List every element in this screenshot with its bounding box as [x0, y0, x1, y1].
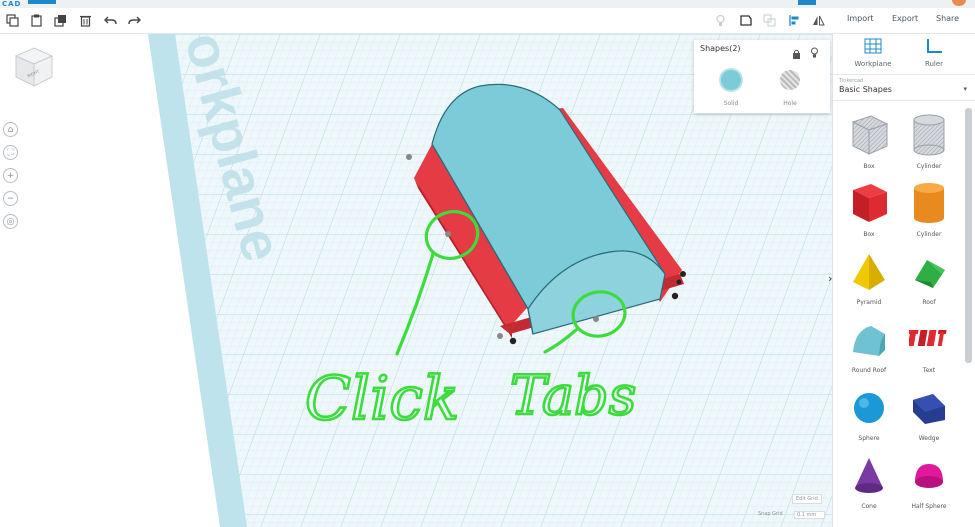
share-button[interactable]: Share [936, 14, 959, 23]
library-name: Basic Shapes [839, 85, 892, 94]
export-button[interactable]: Export [892, 14, 918, 23]
shapes-scrollbar[interactable] [965, 108, 972, 363]
redo-icon[interactable] [126, 12, 143, 29]
shape-roof[interactable]: Roof [899, 248, 959, 306]
shapes-panel: Workplane Ruler Tinkercad Basic Shapes ▾… [832, 34, 975, 527]
library-source: Tinkercad [839, 78, 864, 84]
action-toolbar: Import Export Share [832, 8, 975, 34]
cone-icon [855, 458, 883, 493]
account-avatar[interactable] [952, 0, 966, 6]
lock-icon[interactable] [792, 44, 801, 63]
paste-icon[interactable] [28, 12, 45, 29]
mirror-icon[interactable] [810, 12, 827, 29]
inspector-title: Shapes(2) [700, 44, 741, 53]
edit-toolbar [0, 8, 832, 34]
home-icon[interactable]: ⌂ [3, 122, 18, 137]
import-button[interactable]: Import [847, 14, 874, 23]
box-hole-icon [851, 115, 889, 155]
snap-grid-select[interactable]: 0.1 mm [794, 511, 826, 519]
hole-swatch-icon [780, 70, 800, 90]
view-cube[interactable]: RIGHT [14, 46, 54, 88]
shape-wedge[interactable]: Wedge [899, 384, 959, 442]
duplicate-icon[interactable] [52, 12, 69, 29]
shape-label: Text [922, 367, 936, 374]
shape-label: Cylinder [916, 231, 942, 238]
title-strip: CAD [0, 0, 975, 8]
light-icon[interactable] [810, 43, 819, 62]
undo-icon[interactable] [102, 12, 119, 29]
zoom-out-icon[interactable]: − [3, 191, 18, 206]
orthographic-icon[interactable]: ◎ [3, 214, 18, 229]
cylinder-icon [914, 183, 944, 223]
library-select[interactable]: Basic Shapes ▾ [839, 85, 967, 94]
hole-option[interactable]: Hole [775, 70, 805, 109]
annotation-click: Click [305, 364, 459, 434]
align-icon[interactable] [786, 12, 803, 29]
pyramid-icon [853, 254, 885, 290]
ruler-button[interactable]: Ruler [904, 38, 964, 68]
shape-box[interactable]: Box [839, 180, 899, 238]
wedge-icon [913, 394, 945, 424]
shape-label: Box [863, 231, 875, 238]
workplane-icon [864, 38, 882, 54]
shape-label: Sphere [858, 435, 880, 442]
annotation-tabs: Tabs [510, 364, 636, 427]
shape-round-roof[interactable]: Round Roof [839, 316, 899, 374]
sphere-icon [854, 393, 884, 423]
copy-icon[interactable] [4, 12, 21, 29]
cylinder-hole-icon [913, 114, 945, 156]
shape-pyramid[interactable]: Pyramid [839, 248, 899, 306]
zoom-in-icon[interactable]: + [3, 168, 18, 183]
snap-grid-label: Snap Grid [758, 511, 783, 517]
shape-label: Cone [861, 503, 877, 510]
solid-swatch-icon [721, 70, 741, 90]
workplane-button[interactable]: Workplane [843, 38, 903, 68]
edit-grid-button[interactable]: Edit Grid [792, 494, 822, 504]
solid-label: Solid [723, 100, 739, 107]
solid-option[interactable]: Solid [716, 70, 746, 109]
note-icon[interactable] [737, 12, 754, 29]
shape-label: Pyramid [856, 299, 882, 306]
shape-sphere[interactable]: Sphere [839, 384, 899, 442]
ruler-label: Ruler [924, 60, 944, 68]
round-roof-icon [853, 326, 885, 356]
shape-label: Wedge [918, 435, 940, 442]
roof-icon [915, 260, 945, 288]
workplane-label: Workplane [854, 60, 892, 68]
fit-view-icon[interactable]: ⛶ [3, 145, 18, 160]
shape-text[interactable]: Text [899, 316, 959, 374]
shape-box-hole[interactable]: Box [839, 112, 899, 170]
view-toggle-icon[interactable] [798, 0, 816, 5]
shape-label: Box [863, 163, 875, 170]
tab-indicator[interactable] [28, 0, 56, 4]
chevron-down-icon: ▾ [963, 85, 967, 93]
shape-half-sphere[interactable]: Half Sphere [899, 452, 959, 510]
group-icon[interactable] [761, 12, 778, 29]
light-bulb-icon[interactable] [712, 12, 729, 29]
box-icon [853, 184, 887, 222]
hole-label: Hole [783, 100, 797, 107]
shape-label: Roof [922, 299, 936, 306]
shape-label: Round Roof [851, 367, 887, 374]
ruler-icon [927, 39, 942, 53]
shape-cylinder[interactable]: Cylinder [899, 180, 959, 238]
app-logo[interactable]: CAD [2, 0, 21, 8]
shape-label: Cylinder [916, 163, 942, 170]
shape-label: Half Sphere [911, 503, 947, 510]
delete-icon[interactable] [77, 12, 94, 29]
shape-inspector: Shapes(2) Solid Hole [694, 40, 830, 113]
shape-cylinder-hole[interactable]: Cylinder [899, 112, 959, 170]
half-sphere-icon [915, 464, 943, 488]
text-icon [907, 330, 947, 346]
view-controls: ⌂ ⛶ + − ◎ [3, 122, 19, 237]
shape-cone[interactable]: Cone [839, 452, 899, 510]
